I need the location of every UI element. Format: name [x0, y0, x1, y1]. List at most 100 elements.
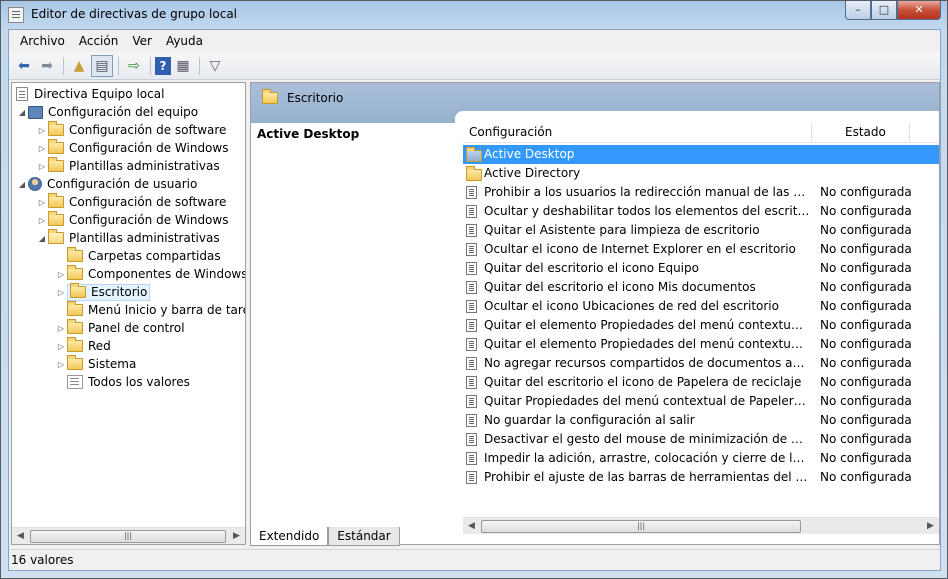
row-label: Quitar el elemento Propiedades del menú …: [484, 318, 810, 332]
column-state[interactable]: Estado: [845, 125, 886, 139]
expand-arrow-icon[interactable]: ▷: [55, 324, 67, 333]
expand-arrow-icon[interactable]: ▷: [55, 270, 67, 279]
row-label: Ocultar el icono Ubicaciones de red del …: [484, 299, 779, 313]
row-state: No configurada: [820, 337, 912, 351]
scroll-left-icon[interactable]: ◀: [463, 518, 480, 535]
tree-horizontal-scrollbar[interactable]: ◀ ||| ▶: [12, 527, 245, 544]
tree-computer-config[interactable]: ◢ Configuración del equipo: [16, 103, 198, 121]
folder-row[interactable]: Active Directory: [463, 164, 939, 183]
show-hide-tree-icon[interactable]: ▤: [91, 54, 113, 77]
setting-row[interactable]: Quitar el elemento Propiedades del menú …: [463, 316, 939, 335]
scroll-right-icon[interactable]: ▶: [922, 518, 939, 535]
filter-icon[interactable]: ▽: [204, 55, 226, 77]
expand-arrow-icon[interactable]: ▷: [55, 288, 67, 297]
scroll-left-icon[interactable]: ◀: [12, 528, 29, 544]
list-horizontal-scrollbar[interactable]: ◀ ||| ▶: [463, 517, 939, 534]
scroll-thumb[interactable]: |||: [30, 530, 226, 543]
column-divider[interactable]: [811, 123, 812, 141]
tree-user-software[interactable]: ▷ Configuración de software: [36, 193, 226, 211]
forward-arrow-icon[interactable]: ➡: [36, 55, 58, 77]
setting-row[interactable]: Ocultar el icono de Internet Explorer en…: [463, 240, 939, 259]
scroll-right-icon[interactable]: ▶: [228, 528, 245, 544]
setting-row[interactable]: Quitar el elemento Propiedades del menú …: [463, 335, 939, 354]
tree-shared-folders[interactable]: Carpetas compartidas: [55, 247, 221, 265]
setting-row[interactable]: Quitar del escritorio el icono Mis docum…: [463, 278, 939, 297]
row-state: No configurada: [820, 375, 912, 389]
tree-label: Directiva Equipo local: [34, 87, 165, 101]
back-arrow-icon[interactable]: ⬅: [13, 55, 35, 77]
expand-arrow-icon[interactable]: ▷: [55, 342, 67, 351]
expand-arrow-icon[interactable]: ▷: [55, 360, 67, 369]
tab-extended[interactable]: Extendido: [250, 527, 329, 546]
tree-all-values[interactable]: Todos los valores: [55, 373, 190, 391]
tree-user-windows[interactable]: ▷ Configuración de Windows: [36, 211, 228, 229]
maximize-button[interactable]: □: [871, 1, 897, 20]
setting-row[interactable]: Prohibir el ajuste de las barras de herr…: [463, 468, 939, 487]
setting-row[interactable]: No agregar recursos compartidos de docum…: [463, 354, 939, 373]
status-bar: 16 valores: [9, 549, 940, 570]
tree-user-admin-templates[interactable]: ◢ Plantillas administrativas: [36, 229, 220, 247]
tree-computer-software[interactable]: ▷ Configuración de software: [36, 121, 226, 139]
setting-row[interactable]: Impedir la adición, arrastre, colocación…: [463, 449, 939, 468]
tree-desktop[interactable]: ▷ Escritorio: [55, 283, 151, 301]
tree-computer-admin-templates[interactable]: ▷ Plantillas administrativas: [36, 157, 220, 175]
close-button[interactable]: ✕: [897, 1, 941, 20]
setting-row[interactable]: Quitar del escritorio el icono Equipo No …: [463, 259, 939, 278]
row-label: Quitar del escritorio el icono Equipo: [484, 261, 699, 275]
tree-user-config[interactable]: ◢ Configuración de usuario: [16, 175, 197, 193]
row-label: Ocultar el icono de Internet Explorer en…: [484, 242, 796, 256]
export-list-icon[interactable]: ⇨: [123, 55, 145, 77]
row-state: No configurada: [820, 394, 912, 408]
menu-ver[interactable]: Ver: [125, 30, 159, 52]
folder-row[interactable]: Active Desktop: [463, 145, 939, 164]
navigation-tree[interactable]: Directiva Equipo local ◢ Configuración d…: [11, 82, 246, 545]
setting-row[interactable]: Prohibir a los usuarios la redirección m…: [463, 183, 939, 202]
tab-standard[interactable]: Estándar: [328, 527, 400, 546]
properties-icon[interactable]: ▦: [172, 55, 194, 77]
tree-network[interactable]: ▷ Red: [55, 337, 111, 355]
menu-archivo[interactable]: Archivo: [13, 30, 72, 52]
help-icon[interactable]: ?: [155, 56, 171, 75]
setting-row[interactable]: Ocultar y deshabilitar todos los element…: [463, 202, 939, 221]
setting-row[interactable]: Quitar el Asistente para limpieza de esc…: [463, 221, 939, 240]
setting-row[interactable]: Quitar Propiedades del menú contextual d…: [463, 392, 939, 411]
tree-control-panel[interactable]: ▷ Panel de control: [55, 319, 185, 337]
toolbar-separator: [118, 56, 119, 75]
policy-setting-icon: [466, 338, 477, 351]
tree-label: Configuración de software: [69, 123, 227, 137]
tree-computer-windows[interactable]: ▷ Configuración de Windows: [36, 139, 228, 157]
up-folder-icon[interactable]: ▲: [68, 55, 90, 77]
setting-row[interactable]: Desactivar el gesto del mouse de minimiz…: [463, 430, 939, 449]
expand-arrow-icon[interactable]: ▷: [36, 216, 48, 225]
minimize-button[interactable]: –: [845, 1, 871, 20]
expand-arrow-icon[interactable]: ▷: [36, 198, 48, 207]
folder-icon: [48, 139, 64, 154]
tree-label: Sistema: [88, 357, 137, 371]
column-divider[interactable]: [909, 123, 910, 141]
scroll-thumb[interactable]: |||: [481, 520, 801, 533]
policy-setting-icon: [466, 262, 477, 275]
collapse-arrow-icon[interactable]: ◢: [16, 108, 28, 117]
collapse-arrow-icon[interactable]: ◢: [16, 180, 28, 189]
expand-arrow-icon[interactable]: ▷: [36, 144, 48, 153]
row-label: Quitar el elemento Propiedades del menú …: [484, 337, 810, 351]
setting-row[interactable]: Quitar del escritorio el icono de Papele…: [463, 373, 939, 392]
expand-arrow-icon[interactable]: ▷: [36, 126, 48, 135]
tree-system[interactable]: ▷ Sistema: [55, 355, 136, 373]
folder-icon: [48, 211, 64, 226]
tree-root[interactable]: Directiva Equipo local: [16, 85, 164, 103]
folder-icon: [466, 166, 482, 181]
folder-icon: [48, 193, 64, 208]
toolbar-separator: [150, 56, 151, 75]
menu-accion[interactable]: Acción: [72, 30, 125, 52]
setting-row[interactable]: No guardar la configuración al salir No c…: [463, 411, 939, 430]
expand-arrow-icon[interactable]: ▷: [36, 162, 48, 171]
setting-row[interactable]: Ocultar el icono Ubicaciones de red del …: [463, 297, 939, 316]
column-setting[interactable]: Configuración: [469, 125, 552, 139]
menu-ayuda[interactable]: Ayuda: [159, 30, 210, 52]
tree-windows-components[interactable]: ▷ Componentes de Windows: [55, 265, 245, 283]
tree-start-menu[interactable]: Menú Inicio y barra de tareas: [55, 301, 245, 319]
title-bar[interactable]: Editor de directivas de grupo local – □ …: [1, 1, 947, 29]
collapse-arrow-icon[interactable]: ◢: [36, 234, 48, 243]
policy-setting-icon: [466, 414, 477, 427]
